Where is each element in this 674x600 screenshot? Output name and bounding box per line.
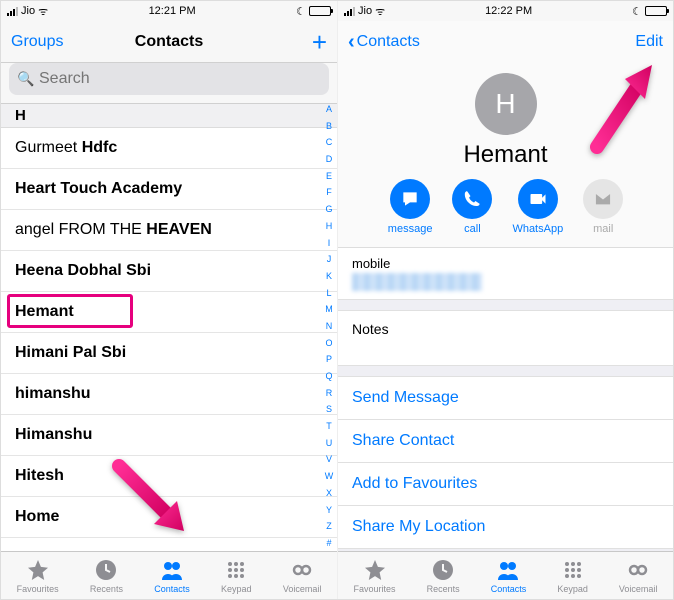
battery-icon [645,6,667,16]
add-to-favourites-link[interactable]: Add to Favourites [338,463,673,506]
message-icon [390,179,430,219]
wifi-icon: ᯤ [375,4,385,19]
contact-detail-screen: Jio ᯤ 12:22 PM ☾ ‹ Contacts Edit H Heman… [337,1,673,599]
contact-header: H Hemant message call WhatsApp mail [338,63,673,248]
keypad-icon [223,557,249,583]
chevron-left-icon: ‹ [348,31,355,54]
status-bar: Jio ᯤ 12:21 PM ☾ [1,1,337,21]
contact-row[interactable]: Gurmeet Hdfc [1,128,337,169]
contact-row[interactable]: Home [1,497,337,538]
add-contact-button[interactable]: + [312,29,327,55]
tab-recents[interactable]: Recents [427,557,460,594]
wifi-icon: ᯤ [38,4,48,19]
nav-bar: ‹ Contacts Edit [338,21,673,63]
recents-icon [93,557,119,583]
contacts-icon [159,557,185,583]
call-icon [452,179,492,219]
status-bar: Jio ᯤ 12:22 PM ☾ [338,1,673,21]
notes-field[interactable]: Notes [338,310,673,366]
battery-icon [309,6,331,16]
tab-voicemail[interactable]: Voicemail [283,557,322,594]
index-letters[interactable]: ABCDEFGHIJKLMNOPQRSTUVWXYZ# [323,105,335,549]
signal-icon [7,7,18,16]
keypad-icon [560,557,586,583]
signal-icon [344,7,355,16]
tab-favourites[interactable]: Favourites [17,557,59,594]
voicemail-icon [289,557,315,583]
dnd-icon: ☾ [632,5,642,18]
contact-name: Hemant [338,141,673,169]
call-button[interactable]: call [452,179,492,235]
mobile-field[interactable]: mobile [338,248,673,300]
tab-recents[interactable]: Recents [90,557,123,594]
search-icon: 🔍 [17,71,34,88]
contact-row[interactable]: Heart Touch Academy [1,169,337,210]
mail-icon [583,179,623,219]
share-contact-link[interactable]: Share Contact [338,420,673,463]
contacts-list[interactable]: Gurmeet HdfcHeart Touch Academyangel FRO… [1,128,337,551]
WhatsApp-icon [518,179,558,219]
contact-row[interactable]: himanshu [1,374,337,415]
tab-contacts[interactable]: Contacts [491,557,527,594]
share-my-location-link[interactable]: Share My Location [338,506,673,549]
carrier-label: Jio [358,5,372,17]
contact-row[interactable]: Home [1,538,337,551]
edit-button[interactable]: Edit [635,33,663,51]
phone-number-blurred [352,273,482,291]
contact-row[interactable]: angel FROM THE HEAVEN [1,210,337,251]
tab-bar: Favourites Recents Contacts Keypad Voicemail [1,551,337,599]
tab-favourites[interactable]: Favourites [354,557,396,594]
voicemail-icon [625,557,651,583]
message-button[interactable]: message [388,179,433,235]
send-message-link[interactable]: Send Message [338,376,673,420]
contact-row[interactable]: Heena Dobhal Sbi [1,251,337,292]
mail-button: mail [583,179,623,235]
recents-icon [430,557,456,583]
dnd-icon: ☾ [296,5,306,18]
nav-bar: Groups Contacts + [1,21,337,63]
contact-row[interactable]: Himani Pal Sbi [1,333,337,374]
contact-row[interactable]: Hemant [1,292,337,333]
section-header: H [1,104,337,128]
WhatsApp-button[interactable]: WhatsApp [512,179,563,235]
tab-keypad[interactable]: Keypad [557,557,588,594]
carrier-label: Jio [21,5,35,17]
clock: 12:22 PM [485,5,532,17]
tab-keypad[interactable]: Keypad [221,557,252,594]
tab-contacts[interactable]: Contacts [154,557,190,594]
tab-bar: Favourites Recents Contacts Keypad Voicemail [338,551,673,599]
search-input[interactable] [9,63,329,95]
favourites-icon [25,557,51,583]
groups-button[interactable]: Groups [11,33,63,51]
favourites-icon [362,557,388,583]
clock: 12:21 PM [149,5,196,17]
back-button[interactable]: ‹ Contacts [348,31,420,54]
contact-row[interactable]: Himanshu [1,415,337,456]
tab-voicemail[interactable]: Voicemail [619,557,658,594]
contacts-icon [495,557,521,583]
avatar: H [475,73,537,135]
contacts-list-screen: Jio ᯤ 12:21 PM ☾ Groups Contacts + 🔍 H G… [1,1,337,599]
contact-row[interactable]: Hitesh [1,456,337,497]
